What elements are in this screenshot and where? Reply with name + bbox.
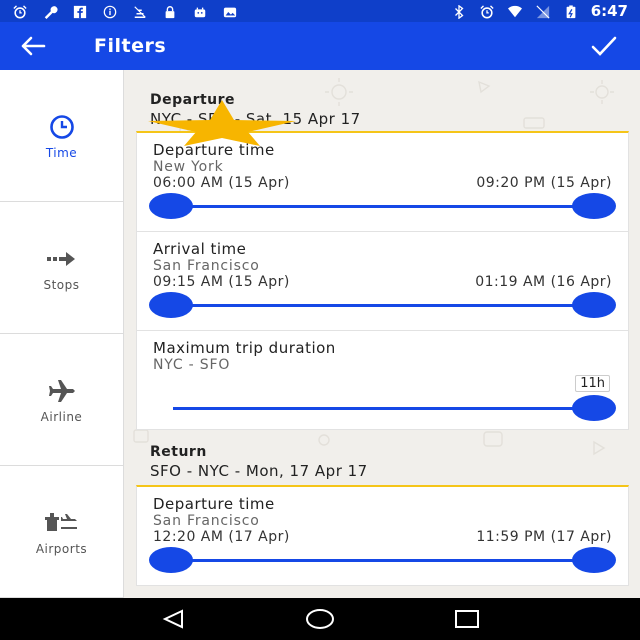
sidebar-item-label: Airports: [35, 541, 88, 556]
nav-home-button[interactable]: [305, 608, 335, 630]
sidebar-item-label: Time: [45, 145, 78, 160]
facebook-icon: [72, 4, 88, 19]
slider-max-handle[interactable]: [572, 547, 616, 573]
alarm-icon: [479, 4, 495, 19]
arrival-time-title: Arrival time: [153, 240, 247, 258]
airplane-icon: [45, 376, 79, 406]
slider-max-handle[interactable]: [572, 292, 616, 318]
slider-track: [173, 205, 592, 208]
departure-time-range: 06:00 AM (15 Apr) 09:20 PM (15 Apr): [153, 175, 612, 191]
sidebar-item-airline[interactable]: Airline: [0, 334, 123, 466]
arrival-time-filter: Arrival time San Francisco 09:15 AM (15 …: [137, 232, 628, 331]
return-departure-time-range: 12:20 AM (17 Apr) 11:59 PM (17 Apr): [153, 529, 612, 545]
sidebar-item-time[interactable]: Time: [0, 70, 123, 202]
clock-icon: [45, 112, 79, 142]
return-departure-time-slider[interactable]: [149, 547, 616, 573]
arrival-time-slider[interactable]: [149, 292, 616, 318]
status-time: 6:47: [590, 2, 628, 20]
return-departure-time-filter: Departure time San Francisco 12:20 AM (1…: [137, 487, 628, 586]
trip-duration-title: Maximum trip duration: [153, 339, 336, 357]
slider-track: [173, 407, 592, 410]
wrench-icon: [42, 4, 58, 19]
stops-arrow-icon: [45, 244, 79, 274]
arrival-time-range: 09:15 AM (15 Apr) 01:19 AM (16 Apr): [153, 274, 612, 290]
arrow-left-icon: [21, 36, 46, 56]
arrival-time-city: San Francisco: [153, 258, 260, 274]
slider-max-handle[interactable]: [572, 395, 616, 421]
slider-track: [173, 559, 592, 562]
circle-home-icon: [305, 609, 334, 629]
slider-min-handle[interactable]: [149, 292, 193, 318]
slider-track: [173, 304, 592, 307]
range-min: 12:20 AM (17 Apr): [153, 529, 290, 545]
slider-min-handle[interactable]: [149, 547, 193, 573]
departure-time-slider[interactable]: [149, 193, 616, 219]
wifi-icon: [507, 4, 523, 18]
return-route: SFO - NYC - Mon, 17 Apr 17: [150, 462, 368, 480]
triangle-back-icon: [162, 609, 184, 629]
slider-max-handle[interactable]: [572, 193, 616, 219]
return-section-header: Return SFO - NYC - Mon, 17 Apr 17: [124, 444, 394, 480]
range-min: 06:00 AM (15 Apr): [153, 175, 290, 191]
trip-duration-filter: Maximum trip duration NYC - SFO 11h: [137, 331, 628, 430]
page-title: Filters: [94, 35, 167, 57]
return-heading: Return: [150, 444, 207, 460]
departure-time-city: New York: [153, 159, 224, 175]
no-signal-icon: [132, 4, 148, 18]
departure-filter-card: Departure time New York 06:00 AM (15 Apr…: [136, 131, 629, 430]
range-max: 01:19 AM (16 Apr): [475, 274, 612, 290]
status-bar: 6:47: [0, 0, 640, 22]
trip-duration-route: NYC - SFO: [153, 357, 231, 373]
return-filter-card: Departure time San Francisco 12:20 AM (1…: [136, 485, 629, 586]
photo-icon: [222, 4, 238, 18]
checkmark-icon: [591, 36, 617, 56]
trip-duration-slider[interactable]: [153, 395, 616, 421]
return-departure-time-city: San Francisco: [153, 513, 260, 529]
star-icon: [148, 100, 296, 146]
square-recents-icon: [454, 610, 479, 628]
filter-content: Departure NYC - SFO - Sat, 15 Apr 17 Dep…: [124, 70, 640, 598]
bluetooth-icon: [451, 4, 467, 20]
system-nav-bar: [0, 598, 640, 640]
back-button[interactable]: [20, 22, 68, 70]
sidebar-item-label: Stops: [43, 277, 80, 292]
apply-button[interactable]: [588, 30, 620, 62]
app-bar: Filters: [0, 22, 640, 70]
duration-value-badge: 11h: [575, 375, 610, 392]
bag-icon: [192, 4, 208, 18]
airport-icon: [44, 508, 79, 538]
info-icon: [102, 4, 118, 19]
sidebar-item-label: Airline: [40, 409, 83, 424]
signal-icon: [535, 4, 551, 19]
filter-sidebar: Time Stops Airline Airports: [0, 70, 124, 598]
alarm-icon: [12, 4, 28, 19]
return-departure-time-title: Departure time: [153, 495, 275, 513]
range-min: 09:15 AM (15 Apr): [153, 274, 290, 290]
range-max: 11:59 PM (17 Apr): [476, 529, 612, 545]
slider-min-handle[interactable]: [149, 193, 193, 219]
battery-icon: [563, 4, 579, 19]
sidebar-item-airports[interactable]: Airports: [0, 466, 123, 598]
sidebar-item-stops[interactable]: Stops: [0, 202, 123, 334]
nav-recents-button[interactable]: [452, 608, 482, 630]
lock-icon: [162, 4, 178, 19]
range-max: 09:20 PM (15 Apr): [476, 175, 612, 191]
nav-back-button[interactable]: [158, 608, 188, 630]
